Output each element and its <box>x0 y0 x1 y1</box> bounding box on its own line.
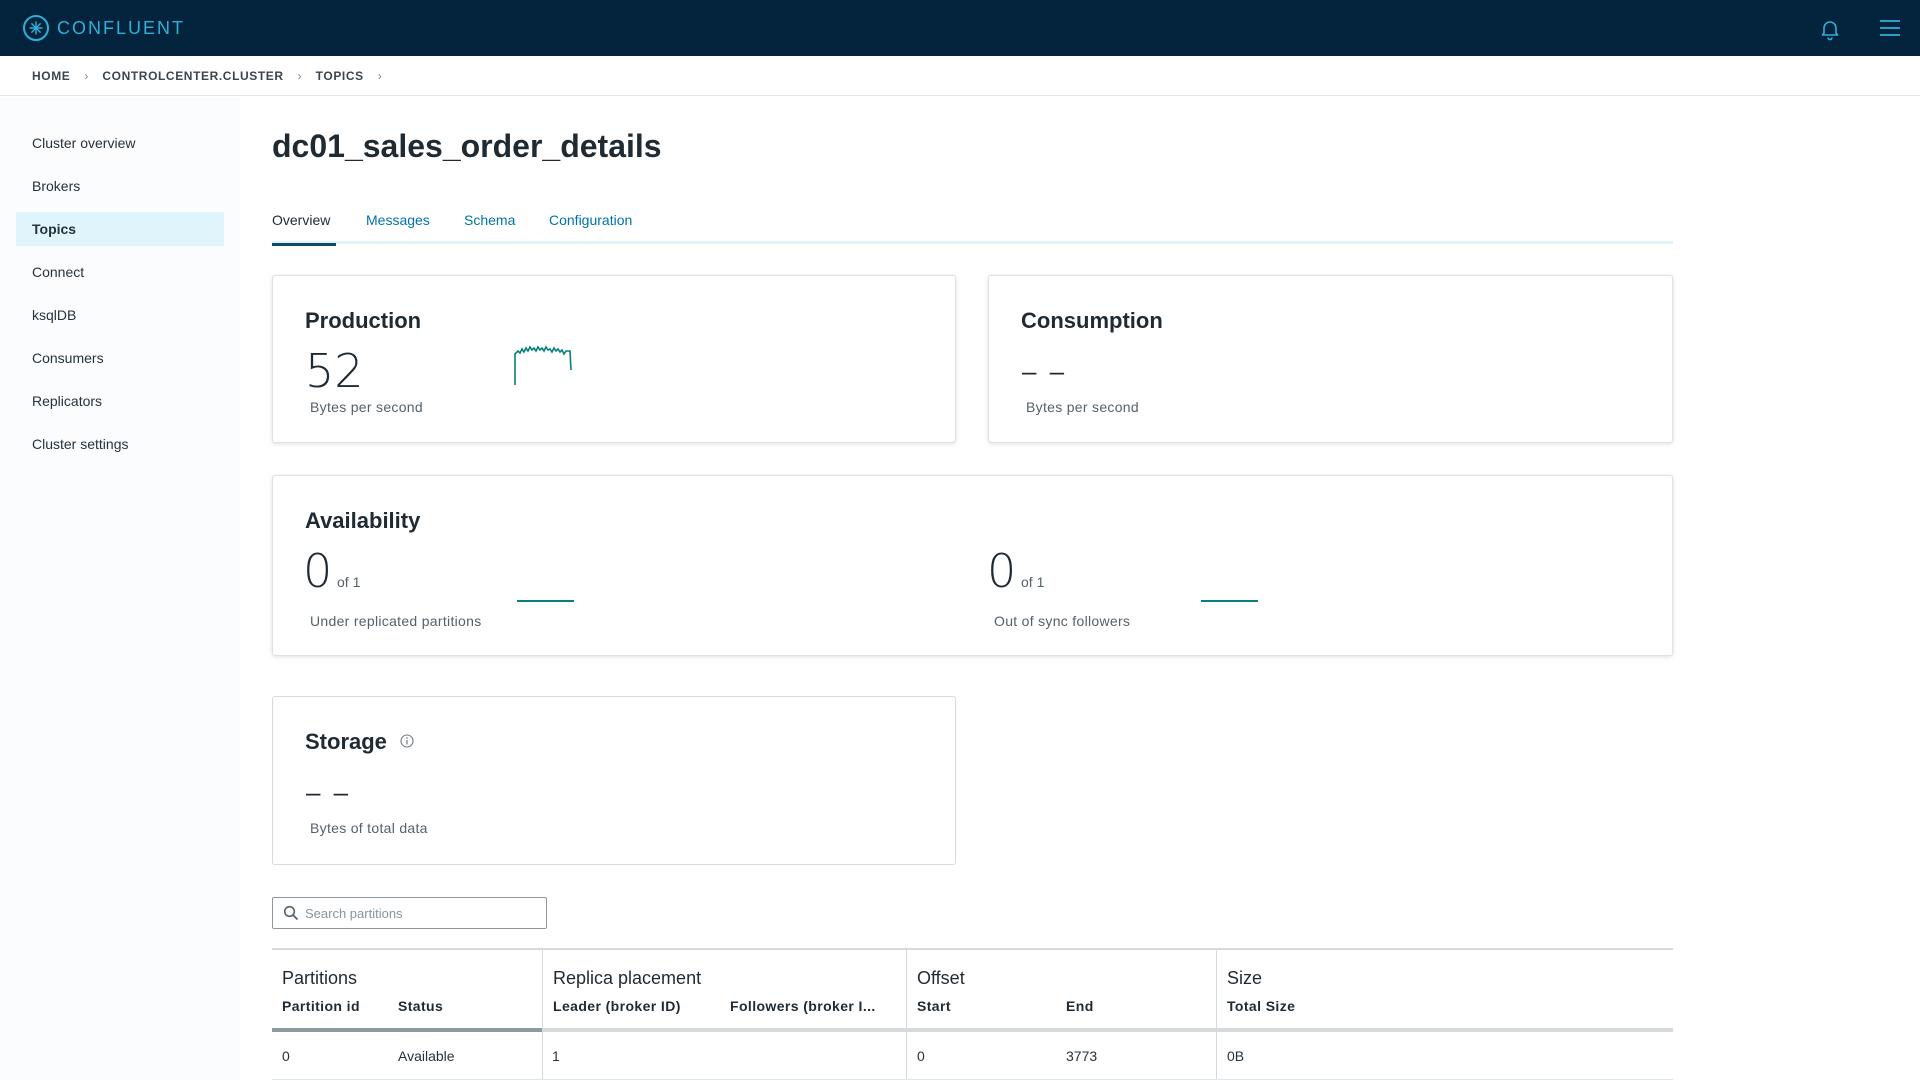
partitions-table: Partitions Partition id Status Replica p… <box>272 948 1673 1080</box>
col-start[interactable]: Start <box>917 998 951 1014</box>
breadcrumb-home[interactable]: HOME <box>32 69 70 83</box>
consumption-title: Consumption <box>1021 308 1163 333</box>
confluent-logo[interactable]: CONFLUENT <box>23 15 185 41</box>
partitions-group-title: Partitions <box>282 968 358 988</box>
replica-group: Replica placement Leader (broker ID) Fol… <box>542 950 906 1080</box>
page-title: dc01_sales_order_details <box>272 128 662 164</box>
sidebar-item-brokers[interactable]: Brokers <box>16 169 224 203</box>
out-of-sync-label: Out of sync followers <box>994 613 1131 629</box>
offset-group-title: Offset <box>917 968 965 988</box>
sidebar-item-topics[interactable]: Topics <box>16 212 224 246</box>
top-bar: CONFLUENT <box>0 0 1920 56</box>
search-icon <box>283 905 299 921</box>
consumption-card: Consumption – – Bytes per second <box>988 275 1673 443</box>
tab-bar: Overview Messages Schema Configuration <box>272 208 1673 246</box>
breadcrumb-cluster[interactable]: CONTROLCENTER.CLUSTER <box>102 69 283 83</box>
sidebar-item-cluster-settings[interactable]: Cluster settings <box>16 427 224 461</box>
cell-partition-id: 0 <box>282 1048 290 1064</box>
cell-start: 0 <box>917 1048 925 1064</box>
breadcrumb: HOME › CONTROLCENTER.CLUSTER › TOPICS › <box>0 56 1920 96</box>
tab-messages[interactable]: Messages <box>366 212 430 244</box>
tab-schema[interactable]: Schema <box>464 212 515 244</box>
consumption-value: – – <box>1022 356 1068 386</box>
size-group-title: Size <box>1227 968 1263 988</box>
out-of-sync-value: 0 <box>987 544 1017 598</box>
sidebar-item-connect[interactable]: Connect <box>16 255 224 289</box>
info-icon[interactable] <box>400 734 414 748</box>
availability-title: Availability <box>305 508 421 533</box>
search-partitions-input[interactable] <box>305 905 545 921</box>
breadcrumb-topics[interactable]: TOPICS <box>316 69 364 83</box>
sidebar-item-replicators[interactable]: Replicators <box>16 384 224 418</box>
col-leader[interactable]: Leader (broker ID) <box>553 998 681 1014</box>
sidebar-item-ksqldb[interactable]: ksqlDB <box>16 298 224 332</box>
offset-group: Offset Start End <box>906 950 1216 1080</box>
production-unit: Bytes per second <box>310 399 423 415</box>
sidebar-item-consumers[interactable]: Consumers <box>16 341 224 375</box>
out-of-sync-of: of 1 <box>1021 574 1045 590</box>
header-divider-accent <box>272 1028 542 1032</box>
sidebar: Cluster overview Brokers Topics Connect … <box>0 97 240 1080</box>
storage-card: Storage – – Bytes of total data <box>272 696 956 865</box>
chevron-right-icon: › <box>84 68 89 83</box>
production-card: Production 52 Bytes per second <box>272 275 956 443</box>
chevron-right-icon: › <box>377 68 382 83</box>
storage-value: – – <box>306 777 352 807</box>
hamburger-menu-icon[interactable] <box>1877 16 1903 40</box>
search-partitions-box <box>272 897 547 929</box>
col-end[interactable]: End <box>1066 998 1094 1014</box>
production-title: Production <box>305 308 422 333</box>
under-replicated-value: 0 <box>303 544 333 598</box>
consumption-unit: Bytes per second <box>1026 399 1139 415</box>
cell-total-size: 0B <box>1227 1048 1245 1064</box>
production-sparkline <box>514 345 572 385</box>
brand-name: CONFLUENT <box>57 17 186 38</box>
availability-card: Availability 0 of 1 Under replicated par… <box>272 475 1673 656</box>
tab-overview-label: Overview <box>272 212 331 228</box>
storage-unit: Bytes of total data <box>310 820 428 836</box>
col-status[interactable]: Status <box>398 998 443 1014</box>
size-group: Size Total Size <box>1216 950 1673 1080</box>
replica-group-title: Replica placement <box>553 968 702 988</box>
sidebar-item-cluster-overview[interactable]: Cluster overview <box>16 126 224 160</box>
cell-status: Available <box>398 1048 455 1064</box>
tab-configuration[interactable]: Configuration <box>549 212 632 244</box>
production-value: 52 <box>305 344 364 398</box>
under-replicated-label: Under replicated partitions <box>310 613 482 629</box>
col-followers[interactable]: Followers (broker I... <box>730 998 890 1014</box>
out-of-sync-sparkline <box>1201 600 1258 602</box>
storage-title: Storage <box>305 729 387 754</box>
active-tab-indicator <box>272 243 336 246</box>
cell-leader: 1 <box>552 1048 560 1064</box>
col-partition-id[interactable]: Partition id <box>282 998 360 1014</box>
under-replicated-of: of 1 <box>337 574 361 590</box>
confluent-logo-icon <box>23 15 49 41</box>
tab-overview[interactable]: Overview <box>272 212 336 246</box>
col-total-size[interactable]: Total Size <box>1227 998 1295 1014</box>
under-replicated-sparkline <box>517 600 574 602</box>
notification-bell-icon[interactable] <box>1818 17 1842 41</box>
cell-end: 3773 <box>1066 1048 1098 1064</box>
chevron-right-icon: › <box>297 68 302 83</box>
